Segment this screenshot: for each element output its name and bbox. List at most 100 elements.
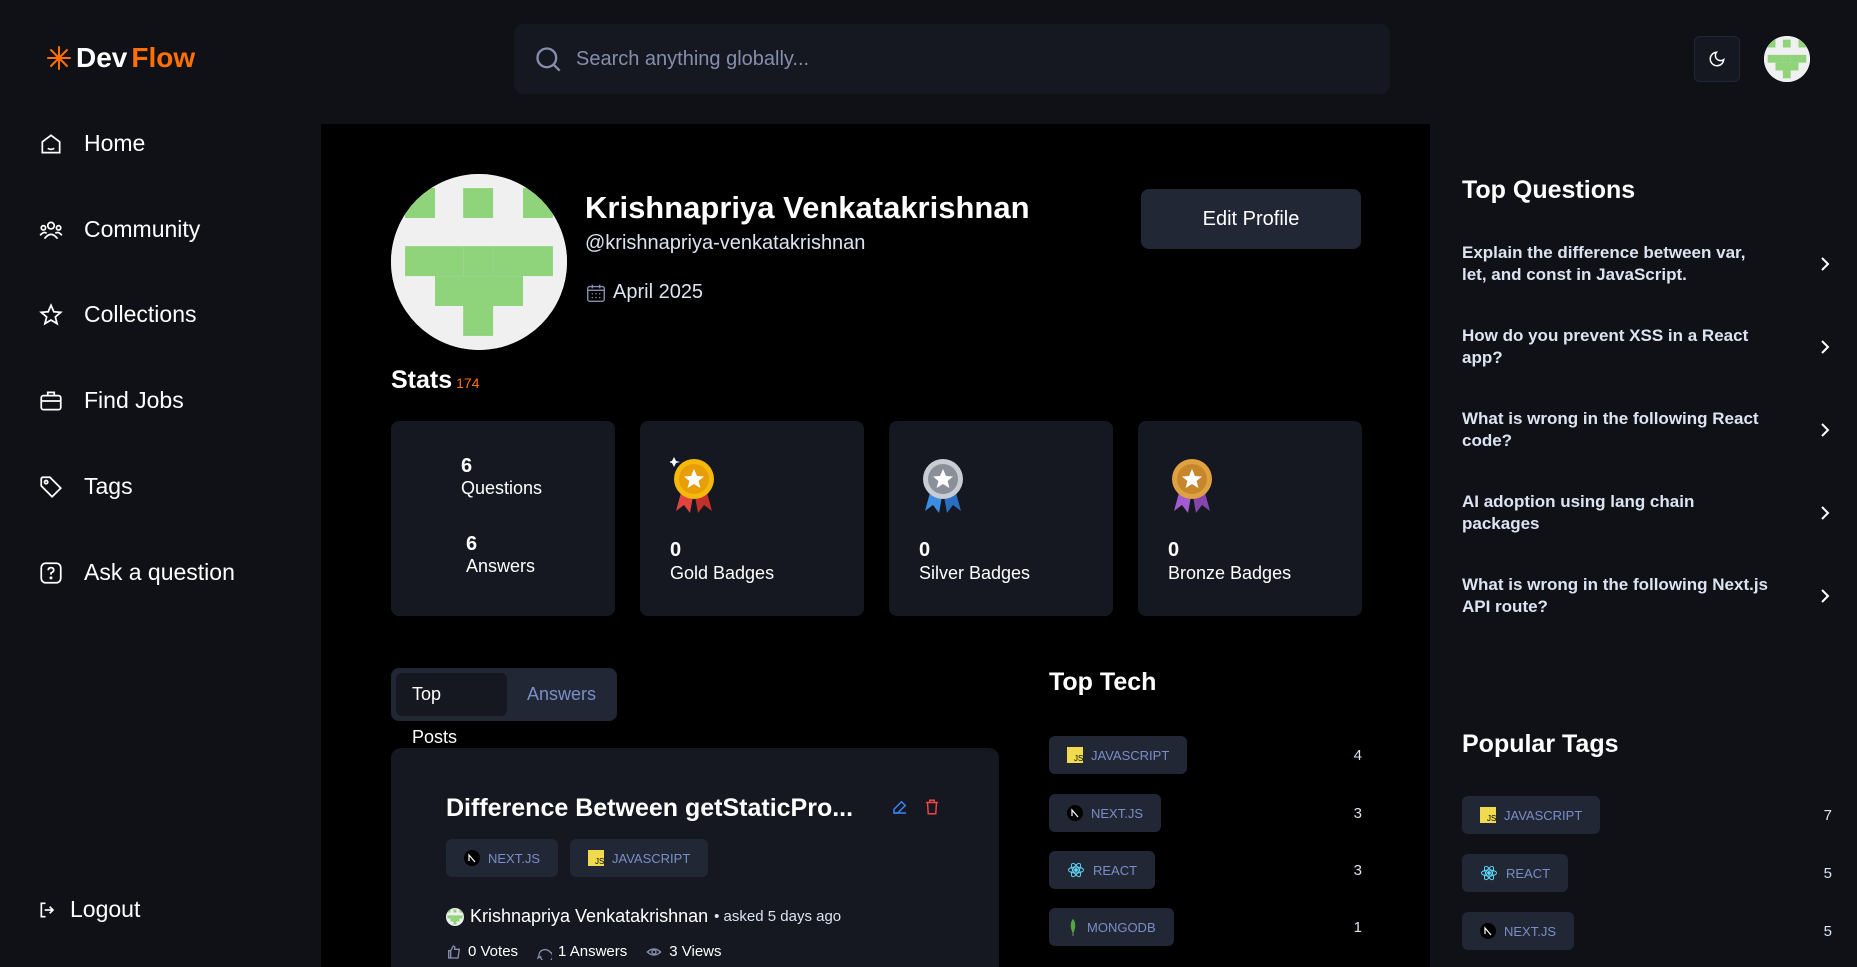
- tech-tag-react[interactable]: REACT: [1049, 851, 1156, 889]
- right-sidebar: Top Questions Explain the difference bet…: [1430, 124, 1857, 967]
- nav-label: Ask a question: [84, 559, 235, 585]
- nav-item-find-jobs[interactable]: Find Jobs: [38, 387, 184, 414]
- answers-count: 6: [466, 533, 478, 555]
- profile-avatar: [391, 174, 567, 350]
- bronze-badge-card: 0 Bronze Badges: [1138, 421, 1362, 616]
- joined-date: April 2025: [613, 281, 704, 303]
- tag-label: JAVASCRIPT: [612, 850, 691, 866]
- tech-tag-javascript[interactable]: JS JAVASCRIPT: [1049, 736, 1188, 774]
- tech-label: MONGODB: [1087, 919, 1156, 935]
- logout-button[interactable]: Logout: [38, 896, 140, 923]
- svg-text:JS: JS: [1074, 754, 1083, 763]
- user-avatar[interactable]: [1764, 36, 1810, 82]
- top-bar: Dev Flow: [0, 0, 1857, 118]
- tech-label: JAVASCRIPT: [1091, 747, 1170, 763]
- top-questions-title: Top Questions: [1462, 176, 1636, 204]
- post-meta: Krishnapriya Venkatakrishnan • asked 5 d…: [446, 906, 841, 927]
- tab-answers[interactable]: Answers: [511, 673, 612, 716]
- question-text: How do you prevent XSS in a React app?: [1462, 326, 1749, 367]
- react-icon: [1068, 862, 1084, 878]
- app-logo[interactable]: Dev Flow: [46, 42, 195, 74]
- nav-item-tags[interactable]: Tags: [38, 473, 133, 500]
- tech-row[interactable]: MONGODB 1: [1049, 908, 1362, 946]
- top-question-item[interactable]: How do you prevent XSS in a React app?: [1462, 325, 1832, 369]
- bronze-label: Bronze Badges: [1168, 563, 1292, 583]
- top-question-item[interactable]: AI adoption using lang chain packages: [1462, 491, 1832, 535]
- tech-row[interactable]: REACT 3: [1049, 851, 1362, 889]
- stats-heading: Stats 174: [391, 366, 480, 395]
- author-avatar: [446, 907, 464, 926]
- profile-main: Krishnapriya Venkatakrishnan @krishnapri…: [321, 124, 1430, 967]
- profile-tabs: Top Posts Answers: [391, 668, 617, 747]
- post-tags: NEXT.JS JS JAVASCRIPT: [446, 839, 709, 877]
- tag-javascript[interactable]: JS JAVASCRIPT: [570, 839, 709, 877]
- star-icon: [39, 302, 63, 326]
- javascript-icon: JS: [1480, 807, 1496, 823]
- tab-top-posts[interactable]: Top Posts: [396, 673, 507, 747]
- mongodb-icon: [1070, 918, 1076, 936]
- tag-nextjs[interactable]: NEXT.JS: [446, 839, 559, 877]
- popular-tag-react[interactable]: REACT: [1462, 854, 1569, 892]
- top-question-item[interactable]: Explain the difference between var, let,…: [1462, 242, 1832, 286]
- tech-label: REACT: [1093, 862, 1138, 878]
- profile-joined: April 2025: [585, 281, 703, 304]
- delete-icon[interactable]: [923, 798, 941, 816]
- nav-item-community[interactable]: Community: [38, 216, 200, 243]
- post-author[interactable]: Krishnapriya Venkatakrishnan: [470, 906, 708, 927]
- popular-tag-nextjs[interactable]: NEXT.JS: [1462, 912, 1575, 950]
- popular-tag-row[interactable]: JS JAVASCRIPT 7: [1462, 796, 1832, 834]
- search-icon: [536, 47, 561, 72]
- nav-item-home[interactable]: Home: [38, 130, 145, 157]
- tech-count: 3: [1353, 861, 1362, 879]
- tag-count: 5: [1823, 922, 1832, 940]
- search-input[interactable]: [576, 47, 1336, 71]
- answers-label: Answers: [466, 556, 536, 576]
- views-text: 3 Views: [669, 943, 722, 960]
- bronze-count: 0: [1168, 539, 1180, 561]
- silver-count: 0: [919, 539, 931, 561]
- qa-stat-card: 6 Questions 6 Answers: [391, 421, 615, 616]
- questions-stat: 6 Questions: [461, 455, 542, 499]
- tech-count: 1: [1353, 918, 1362, 936]
- javascript-icon: JS: [1067, 747, 1083, 763]
- logout-label: Logout: [70, 896, 141, 922]
- popular-tag-row[interactable]: NEXT.JS 5: [1462, 912, 1832, 950]
- top-question-item[interactable]: What is wrong in the following React cod…: [1462, 408, 1832, 452]
- theme-toggle-button[interactable]: [1694, 36, 1740, 82]
- svg-text:JS: JS: [1487, 814, 1496, 823]
- profile-username: @krishnapriya-venkatakrishnan: [585, 232, 866, 254]
- post-title[interactable]: Difference Between getStaticPro...: [446, 794, 853, 823]
- answers-text: 1 Answers: [558, 943, 628, 960]
- message-icon: [536, 948, 553, 960]
- chevron-right-icon: [1821, 506, 1830, 520]
- tag-label: NEXT.JS: [488, 850, 541, 866]
- stats-title: Stats: [391, 366, 453, 394]
- nav-item-collections[interactable]: Collections: [38, 301, 197, 328]
- edit-profile-button[interactable]: Edit Profile: [1141, 189, 1361, 249]
- tech-count: 3: [1353, 804, 1362, 822]
- tag-label: NEXT.JS: [1504, 923, 1557, 939]
- reputation-count: 174: [456, 375, 480, 391]
- post-card[interactable]: Difference Between getStaticPro... NEXT.…: [391, 748, 999, 967]
- popular-tag-row[interactable]: REACT 5: [1462, 854, 1832, 892]
- tech-row[interactable]: NEXT.JS 3: [1049, 794, 1362, 832]
- logo-text-flow: Flow: [131, 42, 196, 73]
- chevron-right-icon: [1821, 340, 1830, 354]
- react-icon: [1481, 865, 1497, 881]
- top-question-item[interactable]: What is wrong in the following Next.js A…: [1462, 574, 1832, 618]
- global-search[interactable]: [514, 24, 1390, 94]
- calendar-icon: [587, 284, 605, 302]
- moon-icon: [1709, 51, 1725, 67]
- popular-tag-javascript[interactable]: JS JAVASCRIPT: [1462, 796, 1601, 834]
- bronze-medal-icon: [1172, 459, 1212, 513]
- tech-row[interactable]: JS JAVASCRIPT 4: [1049, 736, 1362, 774]
- tech-tag-mongodb[interactable]: MONGODB: [1049, 908, 1174, 946]
- top-tech-title: Top Tech: [1049, 668, 1157, 696]
- home-icon: [41, 133, 61, 154]
- nav-item-ask-question[interactable]: Ask a question: [38, 559, 235, 586]
- edit-icon[interactable]: [891, 798, 909, 816]
- tech-tag-nextjs[interactable]: NEXT.JS: [1049, 794, 1162, 832]
- silver-badge-card: 0 Silver Badges: [889, 421, 1113, 616]
- questions-count: 6: [461, 455, 473, 477]
- tech-count: 4: [1353, 746, 1362, 764]
